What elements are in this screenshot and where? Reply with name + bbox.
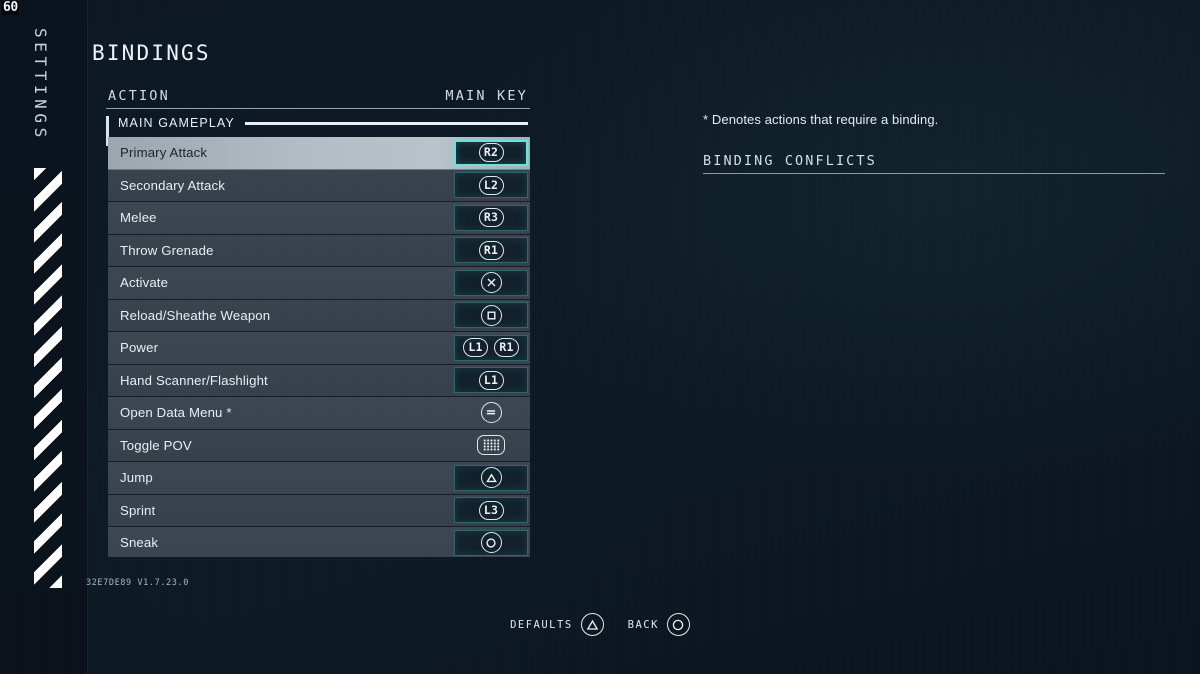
binding-key-slot[interactable]: R3	[454, 204, 528, 231]
build-version: 32E7DE89 V1.7.23.0	[86, 578, 189, 588]
binding-action-label: Secondary Attack	[120, 177, 226, 193]
binding-action-label: Reload/Sheathe Weapon	[120, 307, 271, 323]
binding-row[interactable]: Toggle POV	[108, 429, 530, 462]
column-header-main-key: MAIN KEY	[445, 88, 528, 104]
back-button[interactable]: BACK	[628, 613, 690, 636]
binding-row[interactable]: Secondary Attack L2	[108, 169, 530, 202]
binding-row[interactable]: Hand Scanner/Flashlight L1	[108, 364, 530, 397]
binding-key-slot[interactable]: L1 R1	[454, 334, 528, 361]
column-header-action: ACTION	[108, 88, 170, 104]
binding-row[interactable]: Activate	[108, 267, 530, 300]
key-r3: R3	[478, 208, 504, 228]
binding-key-slot[interactable]	[454, 302, 528, 329]
column-headers: ACTION MAIN KEY	[106, 88, 530, 109]
bindings-panel: ACTION MAIN KEY MAIN GAMEPLAY Primary At…	[106, 88, 530, 557]
touchpad-dots	[482, 439, 500, 452]
binding-key-slot[interactable]: L2	[454, 172, 528, 199]
binding-row[interactable]: Power L1 R1	[108, 332, 530, 365]
binding-conflicts-title: BINDING CONFLICTS	[703, 153, 1165, 174]
binding-action-label: Primary Attack	[120, 145, 208, 161]
category-rule	[244, 121, 528, 125]
info-panel: * Denotes actions that require a binding…	[703, 112, 1165, 174]
defaults-label: DEFAULTS	[510, 618, 573, 631]
binding-key-slot[interactable]: L1	[454, 367, 528, 394]
binding-key-slot[interactable]: R2	[454, 139, 528, 166]
key-l3: L3	[478, 500, 504, 520]
key-r2: R2	[478, 143, 504, 163]
binding-action-label: Throw Grenade	[120, 242, 214, 258]
binding-action-label: Sneak	[120, 535, 159, 551]
key-l1: L1	[463, 338, 488, 358]
binding-action-label: Power	[120, 340, 159, 356]
binding-key-slot[interactable]	[454, 400, 528, 426]
binding-action-label: Open Data Menu *	[120, 405, 232, 421]
binding-action-label: Sprint	[120, 502, 156, 518]
category-label: MAIN GAMEPLAY	[118, 116, 235, 130]
binding-key-slot[interactable]	[454, 529, 528, 556]
circle-button-icon[interactable]	[666, 613, 690, 636]
binding-row[interactable]: Throw Grenade R1	[108, 234, 530, 267]
bindings-list[interactable]: Primary Attack R2 Secondary Attack L2 Melee R…	[108, 137, 530, 557]
key-l1: L1	[478, 370, 504, 390]
binding-row[interactable]: Sprint L3	[108, 494, 530, 527]
binding-action-label: Hand Scanner/Flashlight	[120, 372, 268, 388]
options-button-icon	[480, 402, 502, 424]
binding-key-slot[interactable]: R1	[454, 237, 528, 264]
cross-button-icon	[480, 272, 502, 294]
triangle-button-icon	[480, 467, 502, 489]
key-r1: R1	[494, 338, 519, 358]
binding-row[interactable]: Open Data Menu *	[108, 397, 530, 430]
binding-key-slot[interactable]	[454, 269, 528, 296]
key-r1: R1	[478, 240, 504, 260]
fps-counter: 60	[2, 0, 19, 15]
binding-row[interactable]: Reload/Sheathe Weapon	[108, 299, 530, 332]
back-label: BACK	[627, 618, 659, 631]
diagonal-stripes-icon	[34, 168, 62, 588]
settings-vertical-title: SETTINGS	[31, 28, 50, 142]
triangle-button-icon[interactable]	[580, 613, 604, 636]
square-button-icon	[480, 304, 502, 326]
binding-row[interactable]: Melee R3	[108, 202, 530, 235]
circle-button-icon	[480, 532, 502, 554]
binding-key-slot[interactable]	[454, 464, 528, 491]
binding-key-slot[interactable]	[454, 432, 528, 458]
left-rail: SETTINGS	[0, 0, 88, 674]
binding-action-label: Toggle POV	[120, 437, 192, 453]
binding-row[interactable]: Sneak	[108, 527, 530, 557]
denotes-note: * Denotes actions that require a binding…	[703, 112, 939, 127]
key-l2: L2	[478, 175, 504, 195]
page-title: BINDINGS	[92, 41, 211, 65]
binding-action-label: Activate	[120, 275, 169, 291]
binding-action-label: Jump	[120, 470, 153, 486]
category-header-main-gameplay: MAIN GAMEPLAY	[106, 109, 530, 137]
binding-row[interactable]: Primary Attack R2	[108, 137, 530, 170]
footer-actions: DEFAULTS BACK	[0, 613, 1200, 636]
binding-key-slot[interactable]: L3	[454, 497, 528, 524]
game-settings-screen: 60 SETTINGS BINDINGS ACTION MAIN KEY MAI…	[0, 0, 1200, 674]
binding-action-label: Melee	[120, 210, 157, 226]
defaults-button[interactable]: DEFAULTS	[510, 613, 604, 636]
touchpad-button-icon	[477, 435, 505, 456]
binding-row[interactable]: Jump	[108, 462, 530, 495]
